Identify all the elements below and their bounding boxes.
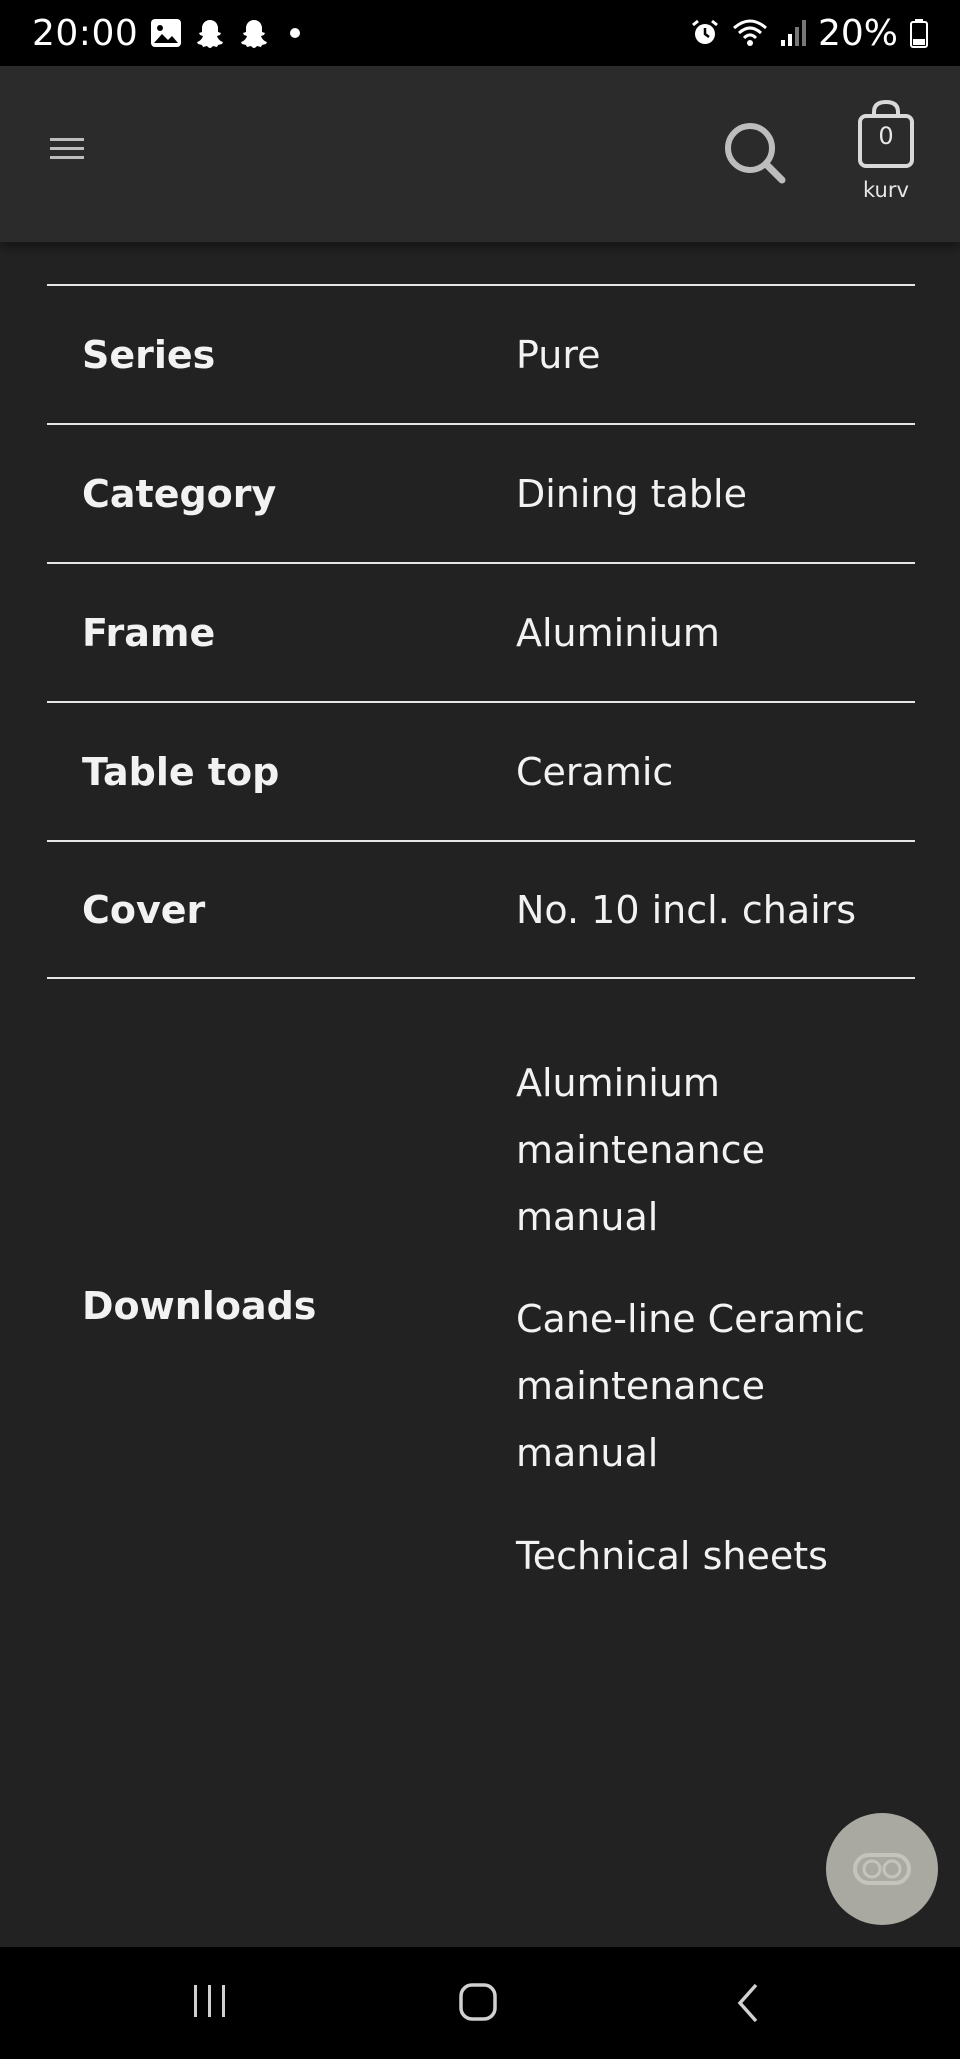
menu-icon	[50, 138, 84, 159]
spec-value: Dining table	[516, 471, 747, 516]
notification-dot-icon	[290, 28, 301, 38]
spec-label: Series	[82, 332, 216, 377]
search-button[interactable]	[722, 120, 788, 186]
cart-button[interactable]: 0 kurv	[838, 100, 934, 210]
download-link-technical-sheets[interactable]: Technical sheets	[516, 1523, 876, 1590]
spec-row-table-top: Table top Ceramic	[47, 701, 915, 840]
spec-label: Frame	[82, 610, 216, 655]
recent-apps-button[interactable]	[190, 1981, 230, 2021]
spec-value: Ceramic	[516, 749, 674, 794]
cart-count-badge: 0	[878, 122, 894, 150]
status-bar: 20:00 20%	[0, 0, 960, 66]
spec-value: Pure	[516, 332, 601, 377]
spec-label: Cover	[82, 887, 206, 932]
snapchat-icon	[194, 17, 226, 49]
status-time: 20:00	[32, 12, 139, 54]
spec-table: Series Pure Category Dining table Frame …	[47, 284, 915, 979]
back-icon	[737, 1983, 758, 2023]
downloads-row: Downloads Aluminium maintenance manual C…	[47, 982, 915, 1582]
home-button[interactable]	[458, 1981, 498, 2023]
chat-button[interactable]	[826, 1813, 938, 1925]
spec-row-series: Series Pure	[47, 284, 915, 423]
wifi-icon	[732, 18, 768, 48]
gallery-icon	[150, 18, 182, 48]
battery-icon	[910, 18, 928, 48]
spec-label: Category	[82, 471, 277, 516]
spec-row-cover: Cover No. 10 incl. chairs	[47, 840, 915, 979]
recent-apps-icon	[194, 1985, 225, 2017]
download-link-ceramic-manual[interactable]: Cane-line Ceramic maintenance manual	[516, 1286, 876, 1487]
downloads-label: Downloads	[82, 1284, 317, 1328]
cart-label: kurv	[863, 178, 909, 202]
spec-value: Aluminium	[516, 610, 720, 655]
spec-value: No. 10 incl. chairs	[516, 887, 857, 932]
battery-percentage: 20%	[817, 12, 898, 54]
menu-button[interactable]	[46, 132, 90, 166]
product-specs-section: Series Pure Category Dining table Frame …	[0, 242, 960, 1947]
spec-row-category: Category Dining table	[47, 423, 915, 562]
status-right: 20%	[690, 13, 928, 54]
download-link-aluminium-manual[interactable]: Aluminium maintenance manual	[516, 1050, 876, 1251]
snapchat-icon	[238, 17, 270, 49]
navigation-bar	[0, 1947, 960, 2059]
site-header: 0 kurv	[0, 66, 960, 242]
status-left: 20:00	[32, 12, 301, 54]
alarm-icon	[690, 18, 720, 48]
home-icon	[459, 1983, 497, 2021]
spec-label: Table top	[82, 749, 280, 794]
chat-icon	[853, 1853, 911, 1885]
back-button[interactable]	[730, 1981, 766, 2025]
spec-row-frame: Frame Aluminium	[47, 562, 915, 701]
search-icon	[725, 123, 786, 184]
signal-icon	[780, 18, 806, 48]
